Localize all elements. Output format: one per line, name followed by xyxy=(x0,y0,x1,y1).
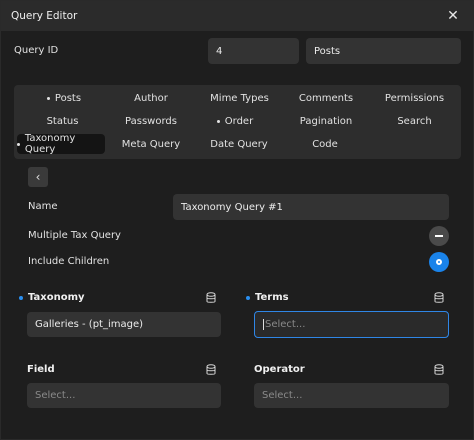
tab-comments[interactable]: Comments xyxy=(290,88,362,108)
operator-label: Operator xyxy=(254,364,305,375)
tab-passwords[interactable]: Passwords xyxy=(117,111,185,131)
tab-label: Posts xyxy=(54,92,82,104)
operator-select[interactable]: Select... xyxy=(254,383,449,408)
tab-search[interactable]: Search xyxy=(386,111,443,131)
database-icon[interactable] xyxy=(434,364,444,376)
query-id-label: Query ID xyxy=(14,45,59,56)
include-children-label: Include Children xyxy=(28,256,110,267)
multiple-tax-query-label: Multiple Tax Query xyxy=(28,230,121,241)
database-icon[interactable] xyxy=(206,364,216,376)
terms-select[interactable]: Select... xyxy=(254,311,449,338)
tab-meta-query[interactable]: Meta Query xyxy=(118,134,184,154)
tab-author[interactable]: Author xyxy=(119,88,183,108)
terms-label: Terms xyxy=(246,292,289,303)
query-type-input[interactable]: Posts xyxy=(306,38,461,64)
chevron-left-icon[interactable]: ‹ xyxy=(28,167,48,187)
tab-label: Meta Query xyxy=(121,138,181,150)
tab-code[interactable]: Code xyxy=(304,134,346,154)
include-children-toggle[interactable] xyxy=(429,252,449,272)
name-label: Name xyxy=(28,201,58,212)
tab-label: Date Query xyxy=(210,138,268,150)
tab-mime-types[interactable]: Mime Types xyxy=(202,88,277,108)
terms-label-text: Terms xyxy=(255,292,289,303)
tab-label: Permissions xyxy=(384,92,445,104)
operator-label-text: Operator xyxy=(254,364,305,375)
tab-taxonomy-query[interactable]: Taxonomy Query xyxy=(17,133,105,155)
tab-label: Mime Types xyxy=(210,92,269,104)
field-label-text: Field xyxy=(27,364,55,375)
tab-pagination[interactable]: Pagination xyxy=(291,111,361,131)
required-dot-icon xyxy=(246,295,250,300)
query-editor-window: Query Editor ✕ Query ID 4 Posts Posts Au… xyxy=(0,0,474,440)
tab-label: Comments xyxy=(298,92,354,104)
tab-label: Code xyxy=(312,138,338,150)
terms-placeholder: Select... xyxy=(265,319,306,330)
tab-label: Status xyxy=(46,115,79,127)
active-dot-icon xyxy=(216,119,220,123)
name-input[interactable]: Taxonomy Query #1 xyxy=(173,194,449,220)
multiple-tax-query-toggle[interactable] xyxy=(429,226,449,246)
tab-status[interactable]: Status xyxy=(34,111,91,131)
active-dot-icon xyxy=(46,96,50,100)
tab-panel: Posts Author Mime Types Comments Permiss… xyxy=(14,85,461,159)
tab-date-query[interactable]: Date Query xyxy=(204,134,274,154)
query-id-input[interactable]: 4 xyxy=(208,38,299,64)
database-icon[interactable] xyxy=(206,292,216,304)
taxonomy-label-text: Taxonomy xyxy=(28,292,85,303)
tab-label: Author xyxy=(134,92,168,104)
tab-label: Order xyxy=(224,115,254,127)
title-bar: Query Editor ✕ xyxy=(1,1,474,31)
tab-permissions[interactable]: Permissions xyxy=(378,88,451,108)
field-select[interactable]: Select... xyxy=(27,383,221,408)
required-dot-icon xyxy=(19,295,23,300)
active-dot-icon xyxy=(17,142,20,146)
taxonomy-label: Taxonomy xyxy=(19,292,85,303)
tab-label: Search xyxy=(397,115,432,127)
close-icon[interactable]: ✕ xyxy=(445,8,461,24)
database-icon[interactable] xyxy=(434,292,444,304)
tab-label: Pagination xyxy=(299,115,353,127)
tab-posts[interactable]: Posts xyxy=(34,88,94,108)
taxonomy-select[interactable]: Galleries - (pt_image) xyxy=(27,312,221,337)
window-title: Query Editor xyxy=(11,10,78,22)
tab-order[interactable]: Order xyxy=(207,111,263,131)
tab-label: Taxonomy Query xyxy=(24,133,76,155)
field-label: Field xyxy=(27,364,55,375)
tab-label: Passwords xyxy=(125,115,177,127)
text-caret xyxy=(263,319,264,330)
